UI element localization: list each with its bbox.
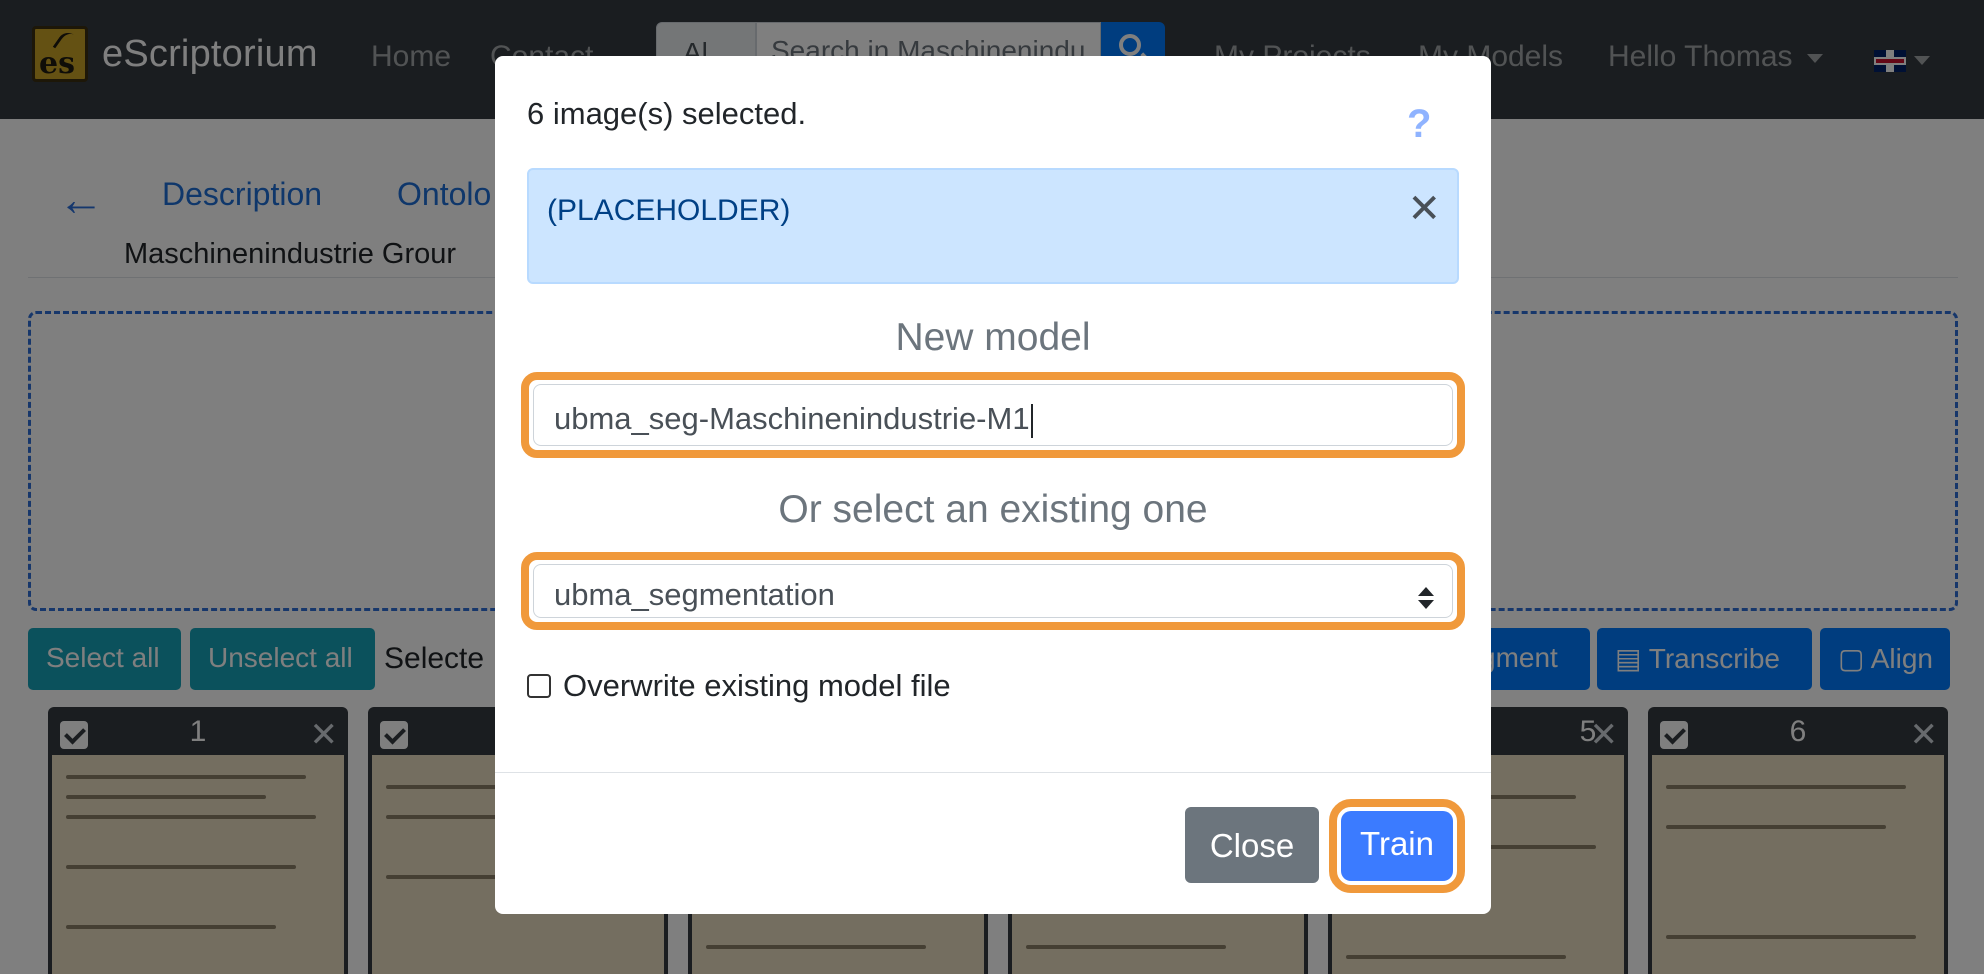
overwrite-checkbox[interactable] xyxy=(527,674,551,698)
close-icon[interactable]: ✕ xyxy=(1407,186,1441,232)
new-model-input[interactable]: ubma_seg-Maschinenindustrie-M1 xyxy=(533,384,1453,446)
overwrite-label[interactable]: Overwrite existing model file xyxy=(563,668,951,704)
select-arrows-icon xyxy=(1418,587,1434,609)
train-model-dialog: 6 image(s) selected. ? (PLACEHOLDER) ✕ N… xyxy=(495,56,1491,914)
help-icon[interactable]: ? xyxy=(1407,102,1431,147)
existing-model-selected-value: ubma_segmentation xyxy=(554,577,835,612)
overwrite-option: Overwrite existing model file xyxy=(527,668,951,704)
close-button[interactable]: Close xyxy=(1185,807,1319,883)
existing-model-select[interactable]: ubma_segmentation xyxy=(533,564,1453,618)
existing-model-heading: Or select an existing one xyxy=(778,488,1208,531)
dialog-footer: Close Train xyxy=(495,772,1491,914)
new-model-heading: New model xyxy=(895,316,1091,359)
text-cursor xyxy=(1030,403,1033,438)
train-button-highlight: Train xyxy=(1329,799,1465,893)
existing-model-field-highlight: ubma_segmentation xyxy=(521,552,1465,630)
alert-message: (PLACEHOLDER) xyxy=(547,194,791,227)
info-alert: (PLACEHOLDER) ✕ xyxy=(527,168,1459,284)
selected-images-count: 6 image(s) selected. xyxy=(527,96,807,131)
new-model-field-highlight: ubma_seg-Maschinenindustrie-M1 xyxy=(521,372,1465,458)
train-button[interactable]: Train xyxy=(1341,811,1453,881)
new-model-input-value: ubma_seg-Maschinenindustrie-M1 xyxy=(554,401,1030,436)
